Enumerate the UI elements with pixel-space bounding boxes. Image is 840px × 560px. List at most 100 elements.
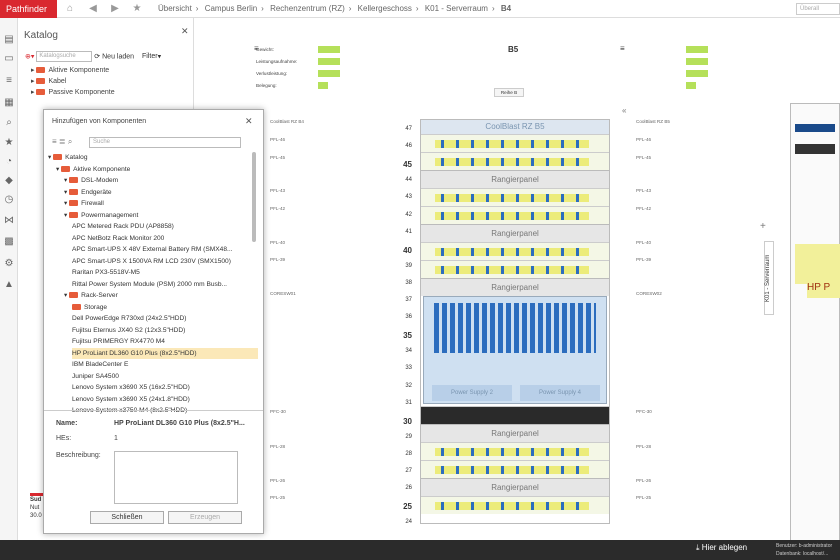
tree-item[interactable]: Lenovo System x3690 X5 (16x2.5"HDD) — [72, 382, 258, 394]
tree-item[interactable]: APC NetBotz Rack Monitor 200 — [72, 233, 258, 245]
left-item[interactable]: PFL-26 — [270, 478, 285, 484]
tree-item[interactable]: Fujitsu PRIMERGY RX4770 M4 — [72, 336, 258, 348]
left-item[interactable]: PFL-39 — [270, 257, 285, 263]
patch-unit[interactable] — [421, 242, 609, 260]
patch-panel[interactable]: Rangierpanel — [421, 170, 609, 188]
description-textarea[interactable] — [114, 451, 238, 504]
catalog-item[interactable]: ▸ Passive Komponente — [31, 88, 115, 98]
create-button[interactable]: Erzeugen — [168, 511, 242, 524]
app-logo[interactable]: Pathfinder — [0, 0, 57, 18]
reload-button[interactable]: Neu laden — [102, 53, 134, 60]
tree-item[interactable]: Storage — [72, 302, 258, 314]
tree-item[interactable]: Rittal Power System Module (PSM) 2000 mm… — [72, 279, 258, 291]
tree-item[interactable]: ▾ Aktive Komponente — [56, 164, 258, 176]
close-button[interactable]: Schließen — [90, 511, 164, 524]
left-item[interactable]: CoolBlast RZ B4 — [270, 119, 304, 125]
collapse-all-icon[interactable]: ≣ — [59, 137, 66, 146]
right-item[interactable]: PFL-39 — [636, 257, 651, 263]
right-item[interactable]: CORESW02 — [636, 291, 662, 297]
server-label[interactable]: HP P — [807, 278, 840, 298]
catalog-search-input[interactable]: Katalogsuche — [36, 51, 93, 62]
tree-item[interactable]: HP ProLiant DL360 G10 Plus (8x2.5"HDD) — [72, 347, 258, 359]
left-item[interactable]: PFL-43 — [270, 188, 285, 194]
filter-button[interactable]: Filter — [142, 53, 158, 60]
power-supply[interactable]: Power Supply 4 — [520, 385, 600, 401]
tree-item[interactable]: APC Metered Rack PDU (AP8858) — [72, 221, 258, 233]
star-icon[interactable]: ★ — [130, 2, 144, 16]
close-icon[interactable]: ✕ — [181, 26, 189, 37]
reload-icon[interactable]: ⟳ — [94, 53, 100, 60]
global-search-input[interactable]: Überall — [796, 3, 840, 15]
breadcrumb-item[interactable]: Campus Berlin — [205, 4, 257, 13]
tree-item[interactable]: ▾ Firewall — [64, 198, 258, 210]
catalog-item[interactable]: ▸ Kabel — [31, 77, 66, 87]
left-item[interactable]: PFL-28 — [270, 444, 285, 450]
tree-item[interactable]: ▾ Powermanagement — [64, 210, 258, 222]
right-item[interactable]: PFL-28 — [636, 444, 651, 450]
tree-scrollbar[interactable] — [252, 152, 256, 242]
drop-here[interactable]: ⤓ Hier ablegen — [696, 543, 747, 553]
power-supply[interactable]: Power Supply 2 — [432, 385, 512, 401]
close-icon[interactable]: ✕ — [245, 116, 253, 127]
patch-unit[interactable] — [421, 206, 609, 224]
tree-item[interactable]: Dell PowerEdge R730xd (24x2.5"HDD) — [72, 313, 258, 325]
right-item[interactable]: PFL-26 — [636, 478, 651, 484]
tag-icon[interactable]: ◆ — [3, 175, 15, 187]
side-rack-tab[interactable]: K01 - Serverraum — [764, 241, 774, 315]
settings-icon[interactable]: ⚙ — [3, 258, 15, 270]
lock-icon[interactable]: ▲ — [3, 279, 15, 291]
breadcrumb-item[interactable]: B4 — [501, 4, 511, 13]
breadcrumb-item[interactable]: Kellergeschoss — [358, 4, 412, 13]
tree-icon[interactable]: ▤ — [3, 34, 15, 46]
search-icon[interactable]: ⌕ — [3, 117, 15, 129]
left-item[interactable]: CORESW01 — [270, 291, 296, 297]
right-item[interactable]: PFL-43 — [636, 188, 651, 194]
star-icon[interactable]: ★ — [3, 137, 15, 149]
grid-icon[interactable]: ▩ — [3, 236, 15, 248]
home-icon[interactable]: ⌂ — [63, 2, 77, 16]
right-item[interactable]: PFL-46 — [636, 137, 651, 143]
patch-unit[interactable] — [421, 260, 609, 278]
tree-item[interactable]: APC Smart-UPS X 48V External Battery RM … — [72, 244, 258, 256]
collapse-icon[interactable]: « — [622, 106, 626, 115]
menu-icon[interactable]: ≡ — [254, 44, 259, 53]
left-item[interactable]: PFC-30 — [270, 409, 286, 415]
clock-icon[interactable]: ◷ — [3, 194, 15, 206]
patch-unit[interactable] — [421, 442, 609, 460]
tree-item[interactable]: Fujitsu Eternus JX40 S2 (12x3.5"HDD) — [72, 325, 258, 337]
patch-unit[interactable] — [421, 460, 609, 478]
breadcrumb-item[interactable]: Übersicht — [158, 4, 192, 13]
right-item[interactable]: PFL-45 — [636, 155, 651, 161]
patch-panel[interactable]: Rangierpanel — [421, 424, 609, 442]
right-item[interactable]: PFL-25 — [636, 495, 651, 501]
list-icon[interactable]: ≡ — [3, 75, 15, 87]
breadcrumb-item[interactable]: Rechenzentrum (RZ) — [270, 4, 345, 13]
menu-icon[interactable]: ≡ — [620, 44, 625, 53]
forward-icon[interactable]: ▶ — [108, 2, 122, 16]
right-item[interactable]: CoolBlast RZ B5 — [636, 119, 670, 125]
tree-item[interactable]: Raritan PX3-5518V-M5 — [72, 267, 258, 279]
tree-item[interactable]: ▾ DSL-Modem — [64, 175, 258, 187]
right-item[interactable]: PFL-42 — [636, 206, 651, 212]
tree-item[interactable]: ▾ Katalog — [48, 152, 258, 164]
right-item[interactable]: PFL-40 — [636, 240, 651, 246]
component-search-input[interactable]: Suche — [89, 137, 241, 148]
row-label[interactable]: Reihe B — [494, 88, 524, 97]
fiber-unit[interactable] — [421, 406, 609, 424]
patch-unit[interactable] — [421, 188, 609, 206]
breadcrumb-item[interactable]: K01 - Serverraum — [425, 4, 488, 13]
left-item[interactable]: PFL-45 — [270, 155, 285, 161]
left-item[interactable]: PFL-25 — [270, 495, 285, 501]
expand-all-icon[interactable]: ≡ — [52, 137, 57, 146]
catalog-item[interactable]: ▸ Aktive Komponente — [31, 66, 109, 76]
tree-item[interactable]: ▾ Rack-Server — [64, 290, 258, 302]
back-icon[interactable]: ◀ — [86, 2, 100, 16]
patch-panel[interactable]: Rangierpanel — [421, 224, 609, 242]
core-switch[interactable]: Power Supply 2 Power Supply 4 — [423, 296, 607, 404]
tree-item[interactable]: IBM BladeCenter E — [72, 359, 258, 371]
add-icon[interactable]: ⊕▾ — [25, 53, 34, 60]
left-item[interactable]: PFL-40 — [270, 240, 285, 246]
left-item[interactable]: PFL-46 — [270, 137, 285, 143]
patch-panel[interactable]: Rangierpanel — [421, 478, 609, 496]
patch-panel[interactable]: Rangierpanel — [421, 278, 609, 296]
